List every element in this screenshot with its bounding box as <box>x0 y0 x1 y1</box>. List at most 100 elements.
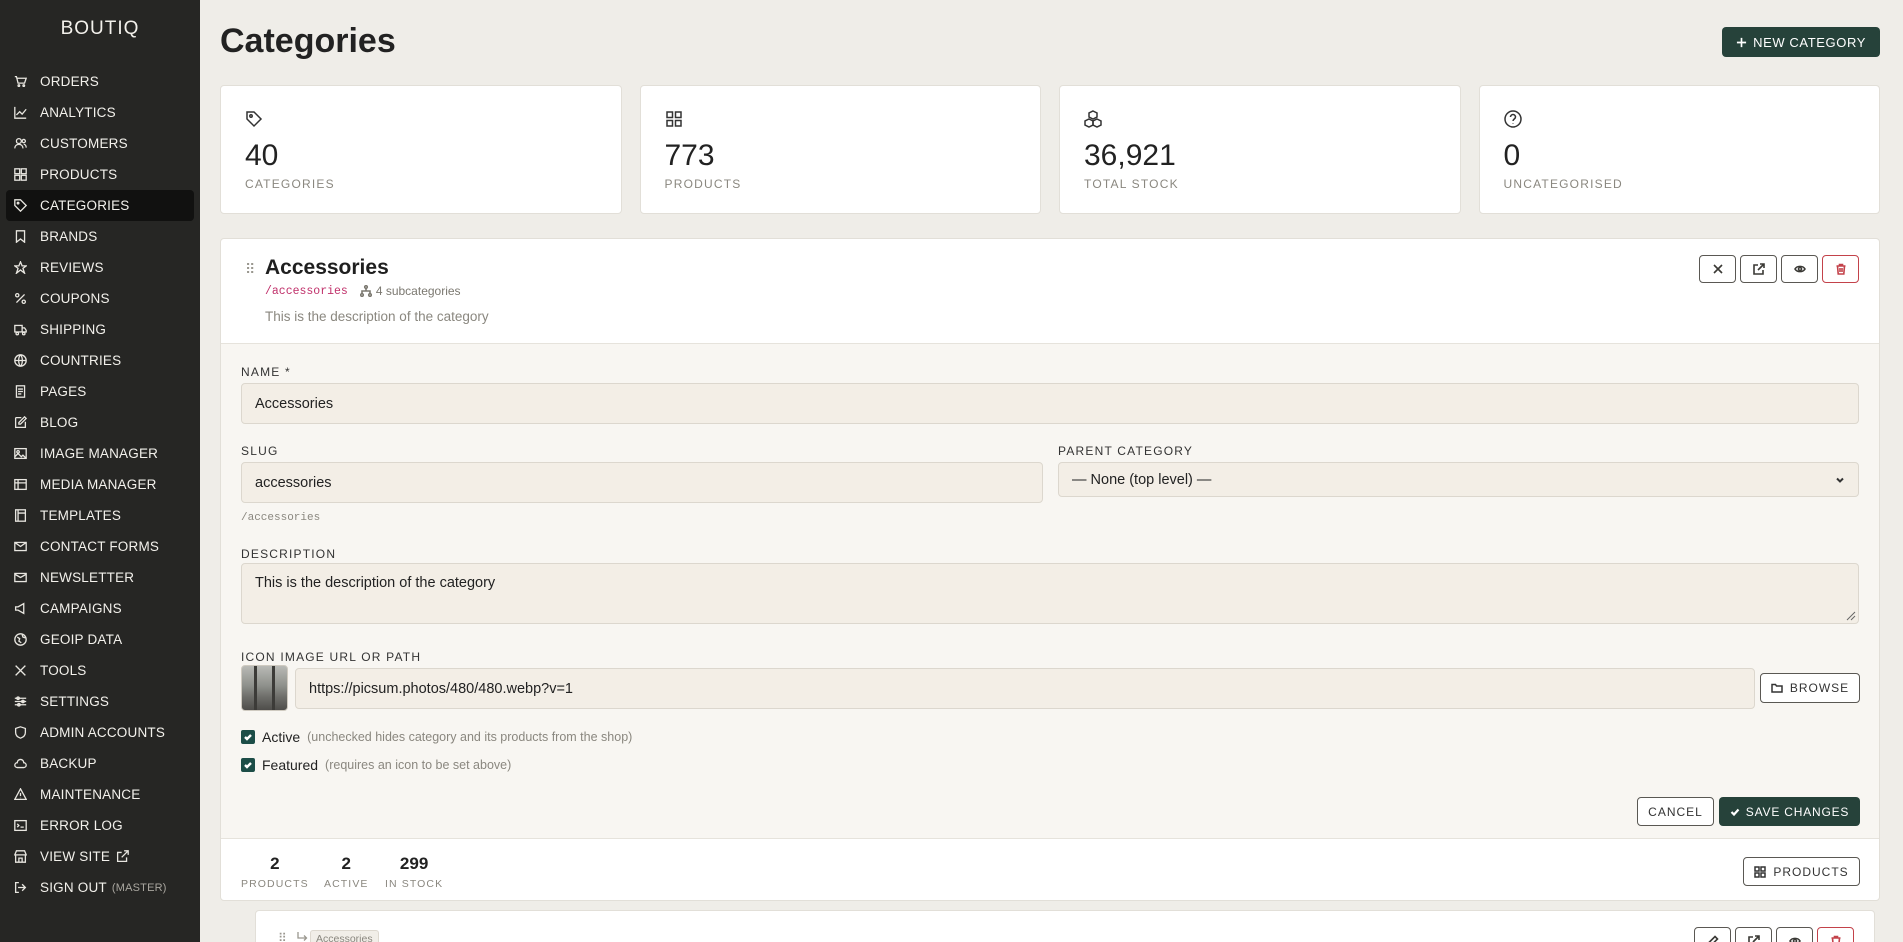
image-icon <box>14 447 34 461</box>
delete-button[interactable] <box>1822 255 1859 283</box>
sidebar-item-geoip-data[interactable]: GEOIP DATA <box>6 624 194 655</box>
summary-active: 2 ACTIVE <box>324 854 369 890</box>
sidebar-item-media-manager[interactable]: MEDIA MANAGER <box>6 469 194 500</box>
slug-input[interactable]: accessories <box>241 462 1043 503</box>
grid-icon <box>665 110 1017 133</box>
save-changes-button[interactable]: SAVE CHANGES <box>1719 797 1860 826</box>
browse-button[interactable]: BROWSE <box>1760 673 1860 703</box>
preview-button[interactable] <box>1776 927 1813 942</box>
grid-icon <box>14 168 34 182</box>
chevron-down-icon <box>1836 477 1844 483</box>
sidebar-item-maintenance[interactable]: MAINTENANCE <box>6 779 194 810</box>
sidebar-item-backup[interactable]: BACKUP <box>6 748 194 779</box>
sidebar-item-shipping[interactable]: SHIPPING <box>6 314 194 345</box>
external-link-icon <box>1752 263 1765 275</box>
cancel-button[interactable]: CANCEL <box>1637 797 1714 826</box>
drag-handle-icon[interactable]: ⠿ <box>278 931 287 942</box>
close-edit-button[interactable] <box>1699 255 1736 283</box>
featured-checkbox[interactable] <box>241 758 255 772</box>
sidebar-item-label: CUSTOMERS <box>40 136 128 151</box>
cancel-label: CANCEL <box>1648 804 1703 819</box>
sidebar-item-label: COUNTRIES <box>40 353 122 368</box>
category-slug: /accessories <box>265 284 348 298</box>
sidebar-item-customers[interactable]: CUSTOMERS <box>6 128 194 159</box>
description-label: DESCRIPTION <box>241 547 337 561</box>
sidebar-item-blog[interactable]: BLOG <box>6 407 194 438</box>
sidebar-item-label: GEOIP DATA <box>40 632 123 647</box>
slug-preview: /accessories <box>241 512 321 524</box>
description-value: This is the description of the category <box>255 575 496 591</box>
sidebar-item-error-log[interactable]: ERROR LOG <box>6 810 194 841</box>
subcategory-count-label: 4 subcategories <box>375 284 461 298</box>
preview-button[interactable] <box>1781 255 1818 283</box>
view-products-button[interactable]: PRODUCTS <box>1743 857 1860 886</box>
new-category-button[interactable]: NEW CATEGORY <box>1722 27 1880 57</box>
sidebar-item-contact-forms[interactable]: CONTACT FORMS <box>6 531 194 562</box>
edit-button[interactable] <box>1694 927 1731 942</box>
template-icon <box>14 509 34 523</box>
sidebar-item-admin-accounts[interactable]: ADMIN ACCOUNTS <box>6 717 194 748</box>
sidebar-item-templates[interactable]: TEMPLATES <box>6 500 194 531</box>
sidebar-item-brands[interactable]: BRANDS <box>6 221 194 252</box>
active-checkbox[interactable] <box>241 730 255 744</box>
stat-card-uncategorised: 0 UNCATEGORISED <box>1478 85 1880 214</box>
sidebar-item-settings[interactable]: SETTINGS <box>6 686 194 717</box>
users-icon <box>14 137 34 151</box>
hierarchy-icon <box>359 285 372 297</box>
sidebar-item-coupons[interactable]: COUPONS <box>6 283 194 314</box>
percent-icon <box>14 292 34 306</box>
parent-category-select[interactable]: — None (top level) — <box>1058 462 1859 497</box>
sidebar-item-countries[interactable]: COUNTRIES <box>6 345 194 376</box>
sidebar-item-sign-out[interactable]: SIGN OUT (MASTER) <box>6 872 194 903</box>
plus-icon <box>1737 37 1747 47</box>
resize-grip-icon[interactable] <box>1844 609 1856 621</box>
sidebar-item-orders[interactable]: ORDERS <box>6 66 194 97</box>
sidebar-item-pages[interactable]: PAGES <box>6 376 194 407</box>
sidebar-item-campaigns[interactable]: CAMPAIGNS <box>6 593 194 624</box>
sidebar-item-analytics[interactable]: ANALYTICS <box>6 97 194 128</box>
truck-icon <box>14 323 34 337</box>
description-textarea[interactable]: This is the description of the category <box>241 563 1859 624</box>
brand-logo[interactable]: BOUTIQ <box>0 0 200 66</box>
drag-handle-icon[interactable]: ⠿ <box>245 261 255 278</box>
sidebar: BOUTIQ ORDERS ANALYTICS CUSTOMERS PRODUC… <box>0 0 200 942</box>
trash-icon <box>1831 935 1840 942</box>
stat-label: UNCATEGORISED <box>1503 177 1623 191</box>
featured-label[interactable]: Featured <box>262 757 318 773</box>
category-description: This is the description of the category <box>265 309 489 324</box>
delete-button[interactable] <box>1817 927 1854 942</box>
folder-icon <box>1771 683 1783 693</box>
featured-row: Featured (requires an icon to be set abo… <box>241 757 511 773</box>
category-title: Accessories <box>265 256 389 279</box>
summary-in-stock: 299 IN STOCK <box>385 854 443 890</box>
sidebar-item-categories[interactable]: CATEGORIES <box>6 190 194 221</box>
sidebar-item-label: IMAGE MANAGER <box>40 446 159 461</box>
sidebar-item-tools[interactable]: TOOLS <box>6 655 194 686</box>
open-external-button[interactable] <box>1740 255 1777 283</box>
open-external-button[interactable] <box>1735 927 1772 942</box>
sidebar-item-label: SETTINGS <box>40 694 110 709</box>
media-icon <box>14 478 34 492</box>
sidebar-item-products[interactable]: PRODUCTS <box>6 159 194 190</box>
icon-url-input[interactable]: https://picsum.photos/480/480.webp?v=1 <box>295 668 1755 709</box>
active-label[interactable]: Active <box>262 729 300 745</box>
sidebar-item-label: PAGES <box>40 384 87 399</box>
name-label: NAME * <box>241 365 291 379</box>
tools-icon <box>14 664 34 678</box>
sidebar-item-label: SHIPPING <box>40 322 107 337</box>
sign-out-icon <box>14 881 34 895</box>
sidebar-item-image-manager[interactable]: IMAGE MANAGER <box>6 438 194 469</box>
name-input[interactable]: Accessories <box>241 383 1859 424</box>
sidebar-item-newsletter[interactable]: NEWSLETTER <box>6 562 194 593</box>
edit-icon <box>14 416 34 430</box>
parent-category-value: — None (top level) — <box>1072 471 1212 488</box>
eye-icon <box>1793 265 1806 273</box>
category-actions <box>1699 255 1859 283</box>
sidebar-item-view-site[interactable]: VIEW SITE <box>6 841 194 872</box>
sidebar-item-label: BLOG <box>40 415 79 430</box>
warning-icon <box>14 788 34 802</box>
category-panel: ⠿ Accessories /accessories 4 subcategori… <box>220 238 1880 901</box>
sidebar-item-reviews[interactable]: REVIEWS <box>6 252 194 283</box>
sidebar-item-label: MAINTENANCE <box>40 787 141 802</box>
shield-icon <box>14 726 34 740</box>
